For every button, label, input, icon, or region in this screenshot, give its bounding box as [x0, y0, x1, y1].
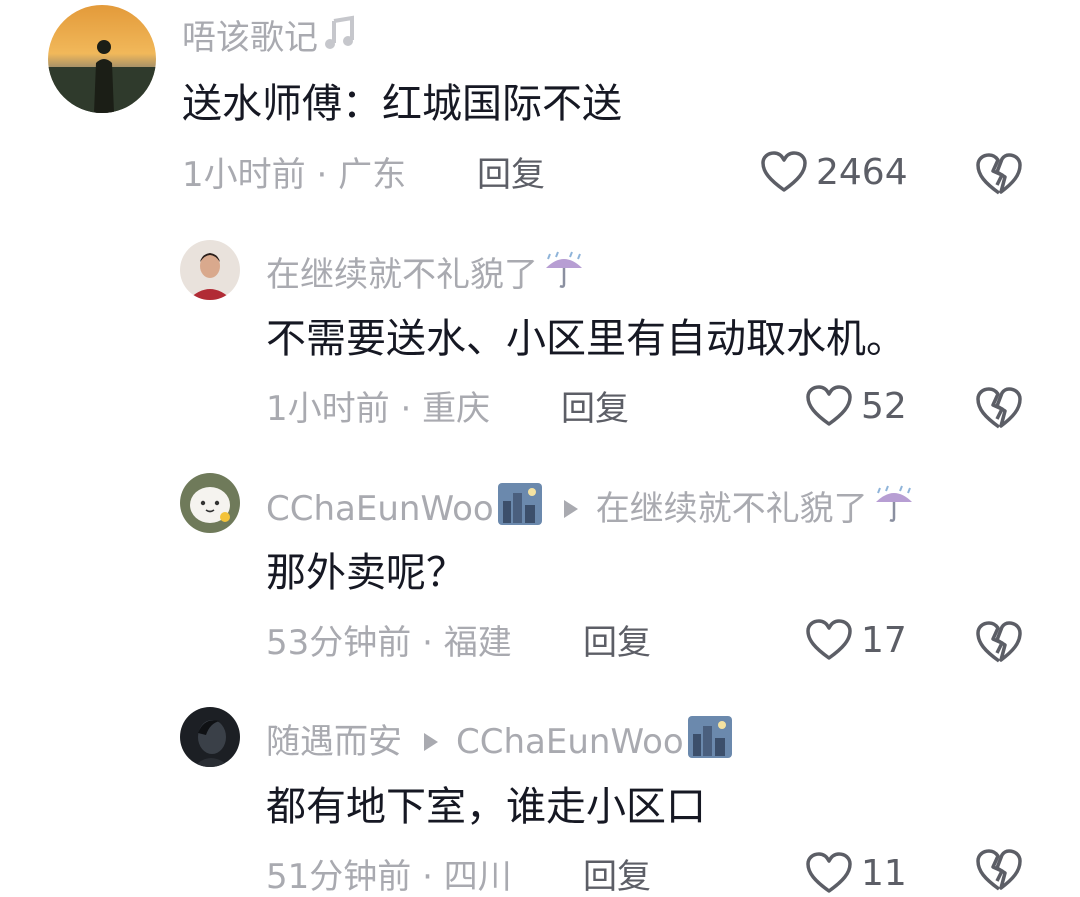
comment-time: 1小时前: [266, 389, 390, 429]
comment-username: 随遇而安 CChaEunWoo: [266, 716, 732, 767]
comment-location: 四川: [443, 857, 512, 897]
comment-username[interactable]: 唔该歌记: [182, 15, 358, 60]
reply-author[interactable]: 随遇而安: [266, 722, 402, 762]
reply-button[interactable]: 回复: [583, 857, 651, 897]
dislike-button[interactable]: [975, 385, 1023, 431]
reply-button[interactable]: 回复: [583, 623, 651, 663]
comment-text: 不需要送水、小区里有自动取水机。: [266, 316, 906, 362]
reply-author[interactable]: CChaEunWoo: [266, 489, 494, 529]
avatar[interactable]: [180, 240, 240, 300]
comment-meta: 1小时前 · 广东: [182, 155, 406, 195]
like-count: 2464: [816, 151, 908, 193]
comment-location: 重庆: [422, 389, 491, 429]
comment-meta: 51分钟前 · 四川: [266, 857, 512, 897]
umbrella-rain-icon: [872, 482, 916, 535]
like-button[interactable]: 52: [805, 384, 907, 428]
reply-target[interactable]: 在继续就不礼貌了: [596, 489, 868, 529]
comment-text: 那外卖呢？: [266, 550, 466, 596]
avatar[interactable]: [48, 5, 156, 113]
comment-username: CChaEunWoo 在继续就不礼貌了: [266, 482, 916, 535]
comment-meta: 53分钟前 · 福建: [266, 623, 512, 663]
reply-button[interactable]: 回复: [477, 155, 545, 195]
like-count: 52: [861, 385, 907, 427]
avatar[interactable]: [180, 473, 240, 533]
like-button[interactable]: 11: [805, 851, 907, 895]
like-count: 17: [861, 619, 907, 661]
broken-heart-icon: [976, 621, 1022, 663]
comment-location: 福建: [443, 623, 512, 663]
heart-icon: [761, 151, 807, 192]
comment-meta: 1小时前 · 重庆: [266, 389, 490, 429]
reply-arrow-icon: [424, 732, 438, 751]
heart-icon: [806, 385, 852, 426]
meta-separator: ·: [305, 155, 339, 195]
comment-time: 51分钟前: [266, 857, 412, 897]
dislike-button[interactable]: [975, 847, 1023, 893]
reply-arrow-icon: [563, 499, 578, 518]
meta-separator: ·: [411, 857, 444, 897]
dislike-button[interactable]: [975, 619, 1023, 665]
umbrella-rain-icon: [542, 248, 586, 301]
comment-time: 1小时前: [182, 155, 306, 195]
broken-heart-icon: [976, 849, 1022, 891]
like-count: 11: [861, 852, 907, 894]
heart-icon: [806, 852, 852, 893]
like-button[interactable]: 2464: [760, 150, 908, 194]
city-night-icon: [687, 716, 732, 767]
broken-heart-icon: [976, 153, 1022, 195]
reply-button[interactable]: 回复: [561, 389, 629, 429]
comment-text: 送水师傅：红城国际不送: [182, 81, 622, 127]
meta-separator: ·: [411, 623, 444, 663]
comment-time: 53分钟前: [266, 623, 412, 663]
broken-heart-icon: [976, 387, 1022, 429]
like-button[interactable]: 17: [805, 618, 907, 662]
avatar[interactable]: [180, 707, 240, 767]
comment-location: 广东: [338, 155, 407, 195]
music-note-icon: [322, 15, 358, 60]
dislike-button[interactable]: [975, 151, 1023, 197]
heart-icon: [806, 619, 852, 660]
reply-target[interactable]: CChaEunWoo: [456, 722, 684, 762]
city-night-icon: [497, 483, 542, 534]
comment-text: 都有地下室，谁走小区口: [266, 784, 706, 830]
meta-separator: ·: [389, 389, 423, 429]
comment-username[interactable]: 在继续就不礼貌了: [266, 248, 586, 301]
